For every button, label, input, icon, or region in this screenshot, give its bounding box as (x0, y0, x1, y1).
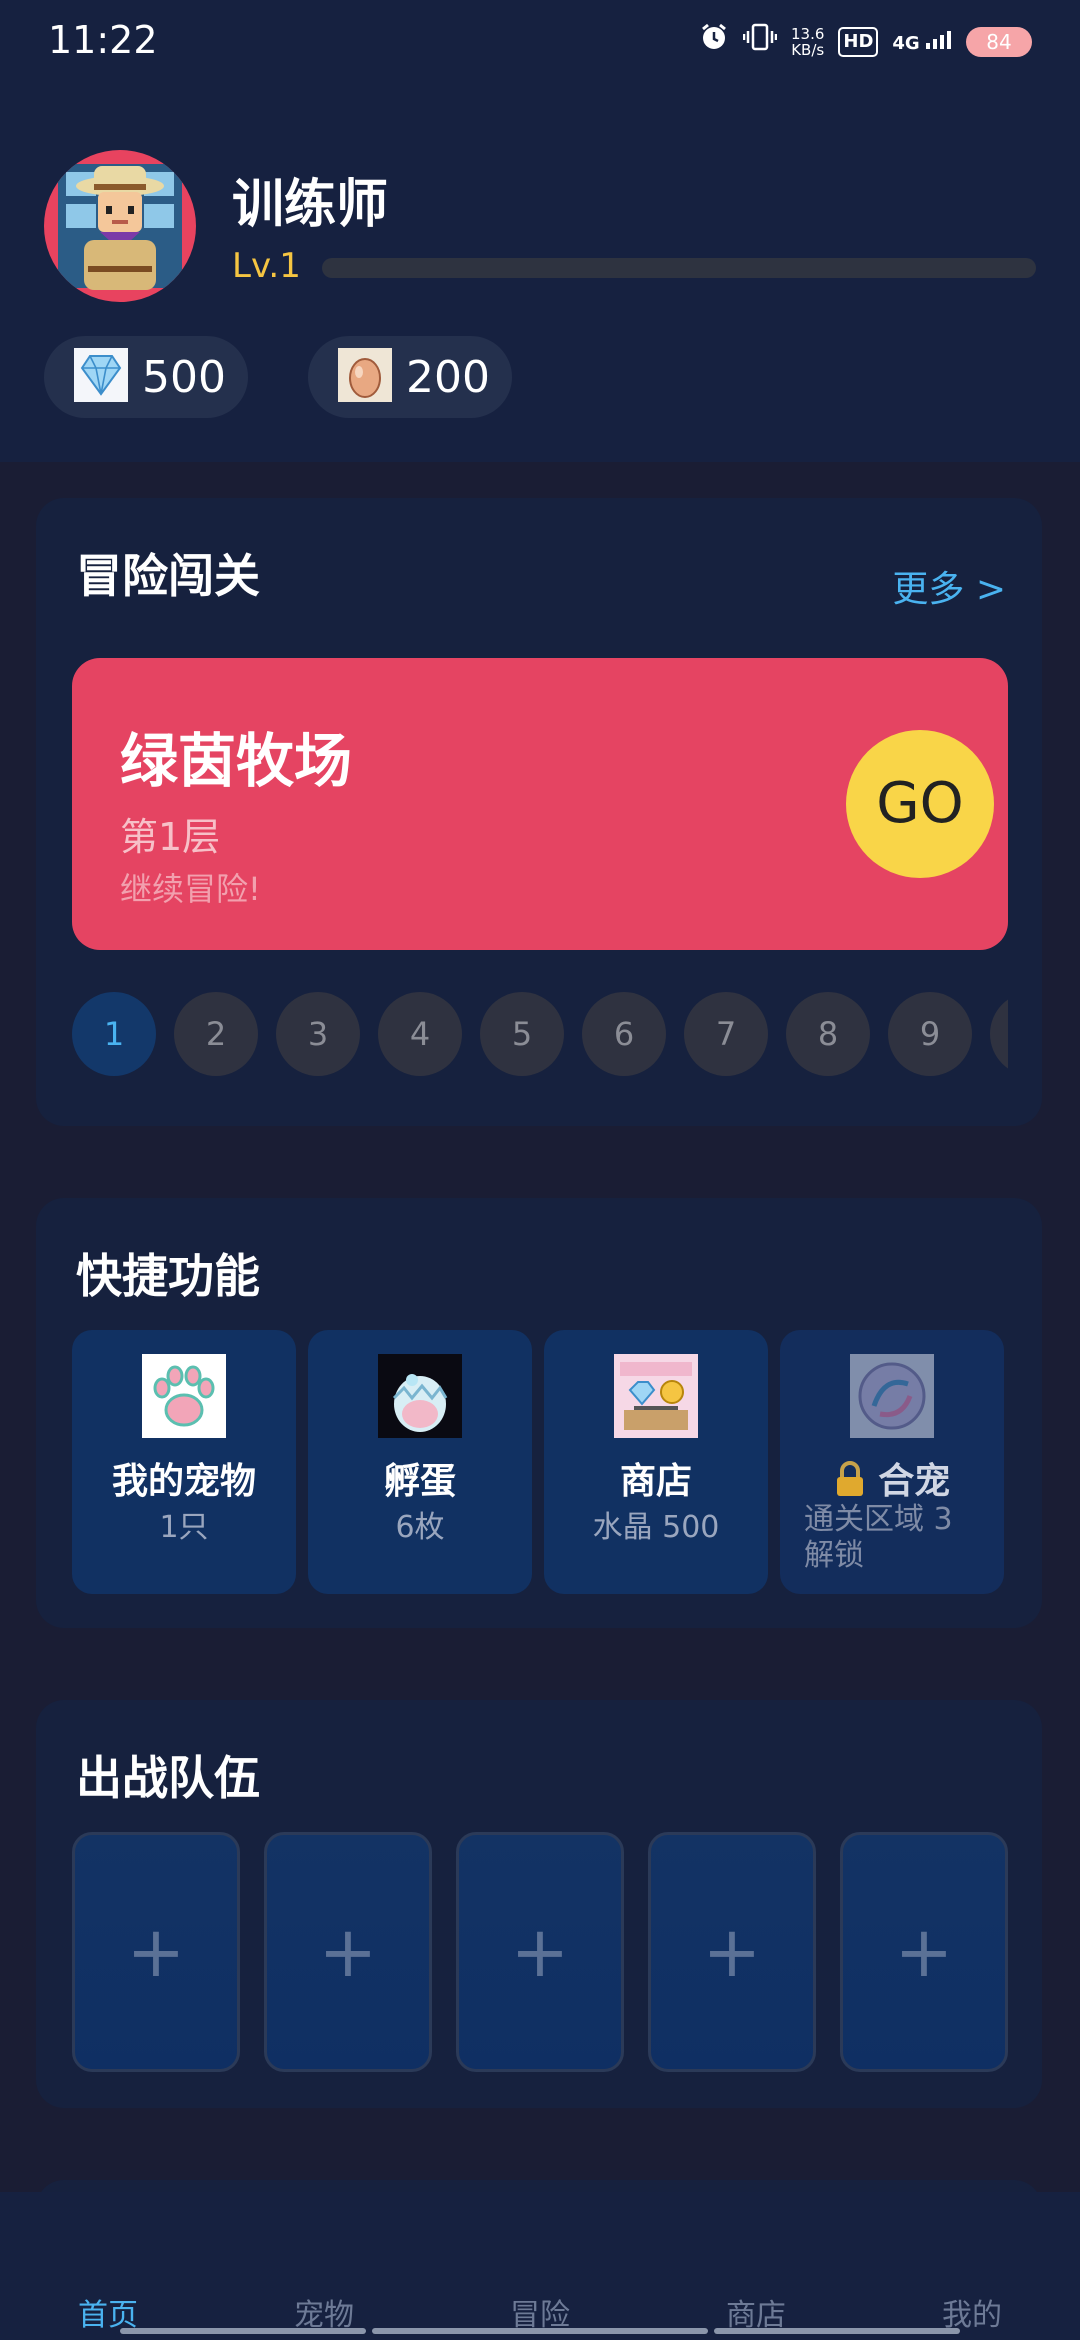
level-button[interactable]: 2 (174, 992, 258, 1076)
speed-unit: KB/s (791, 41, 825, 59)
network-type: 4G (892, 32, 920, 54)
battle-team-title: 出战队伍 (76, 1751, 260, 1805)
level-button[interactable]: 9 (888, 992, 972, 1076)
gem-currency[interactable]: 500 (44, 336, 248, 418)
team-slot[interactable]: + (456, 1832, 624, 2072)
quick-tile-title: 我的宠物 (111, 1461, 256, 1502)
level-button[interactable]: 7 (684, 992, 768, 1076)
quick-tile-title: 商店 (619, 1461, 692, 1502)
quick-tile-subtitle: 6枚 (395, 1510, 445, 1545)
network-speed: 13.6 KB/s (791, 26, 824, 58)
hd-badge: HD (838, 27, 879, 57)
stage-floor: 第1层 (120, 815, 221, 859)
quick-tile-subtitle: 1只 (159, 1510, 209, 1545)
diamond-icon (74, 348, 128, 406)
level-button[interactable]: 10 (990, 992, 1008, 1076)
speed-value: 13.6 (790, 25, 825, 43)
profile-header: 11:22 13.6 KB/s HD 4G 84 训练师 Lv.1 500 20… (0, 0, 1080, 462)
quick-tile-hatch[interactable]: 孵蛋 6枚 (308, 1330, 532, 1594)
status-bar: 11:22 13.6 KB/s HD 4G 84 (0, 0, 1080, 84)
team-slot[interactable]: + (840, 1832, 1008, 2072)
stage-name: 绿茵牧场 (120, 727, 353, 795)
go-button[interactable]: GO (846, 730, 994, 878)
shop-icon (614, 1354, 698, 1438)
paw-icon (142, 1354, 226, 1438)
gem-count: 500 (142, 351, 226, 403)
alarm-icon (699, 22, 729, 63)
level-button[interactable]: 1 (72, 992, 156, 1076)
adventure-title: 冒险闯关 (76, 549, 260, 603)
quick-functions-card: 快捷功能 我的宠物 1只 孵蛋 6枚 商店 水晶 500 合宠 通关区域 3 解… (36, 1198, 1042, 1628)
level-button[interactable]: 8 (786, 992, 870, 1076)
tab-indicator-line (372, 2328, 708, 2334)
trainer-name: 训练师 (232, 175, 389, 235)
quick-tile-title: 孵蛋 (383, 1461, 456, 1502)
tab-indicator-line (714, 2328, 960, 2334)
trainer-level: Lv.1 (232, 246, 301, 286)
lock-icon (834, 1461, 879, 1502)
xp-progress-bar (322, 258, 1036, 278)
current-stage-banner[interactable]: 绿茵牧场 第1层 继续冒险! GO (72, 658, 1008, 950)
level-button[interactable]: 4 (378, 992, 462, 1076)
quick-tile-shop[interactable]: 商店 水晶 500 (544, 1330, 768, 1594)
level-button[interactable]: 3 (276, 992, 360, 1076)
fusion-title: 合宠 (878, 1461, 951, 1502)
team-slot[interactable]: + (264, 1832, 432, 2072)
bottom-nav: 首页 宠物 冒险 商店 我的 (0, 2192, 1080, 2340)
status-time: 11:22 (48, 18, 158, 62)
quick-tile-fusion[interactable]: 合宠 通关区域 3 解锁 (780, 1330, 1004, 1594)
quick-tile-my-pets[interactable]: 我的宠物 1只 (72, 1330, 296, 1594)
avatar[interactable] (44, 150, 196, 302)
quick-functions-title: 快捷功能 (76, 1249, 260, 1303)
battle-team-card: 出战队伍 + + + + + (36, 1700, 1042, 2108)
team-slot[interactable]: + (72, 1832, 240, 2072)
egg-count: 200 (406, 351, 490, 403)
fusion-icon (850, 1354, 934, 1438)
egg-currency[interactable]: 200 (308, 336, 512, 418)
team-slot[interactable]: + (648, 1832, 816, 2072)
more-link[interactable]: 更多 > (892, 560, 1006, 612)
level-button[interactable]: 6 (582, 992, 666, 1076)
adventure-card: 冒险闯关 更多 > 绿茵牧场 第1层 继续冒险! GO 12345678910 (36, 498, 1042, 1126)
tab-indicator-line (120, 2328, 366, 2334)
level-button[interactable]: 5 (480, 992, 564, 1076)
level-selector: 12345678910 (72, 992, 1008, 1078)
hatching-egg-icon (378, 1354, 462, 1438)
battery-indicator: 84 (966, 27, 1032, 57)
egg-icon (338, 348, 392, 406)
signal-4g: 4G (892, 30, 952, 54)
stage-subtitle: 继续冒险! (120, 870, 261, 908)
vibrate-icon (742, 22, 778, 63)
quick-tile-title: 合宠 (780, 1452, 1004, 1504)
quick-tile-subtitle: 水晶 500 (592, 1510, 720, 1545)
quick-tile-subtitle: 通关区域 3 解锁 (804, 1502, 953, 1573)
